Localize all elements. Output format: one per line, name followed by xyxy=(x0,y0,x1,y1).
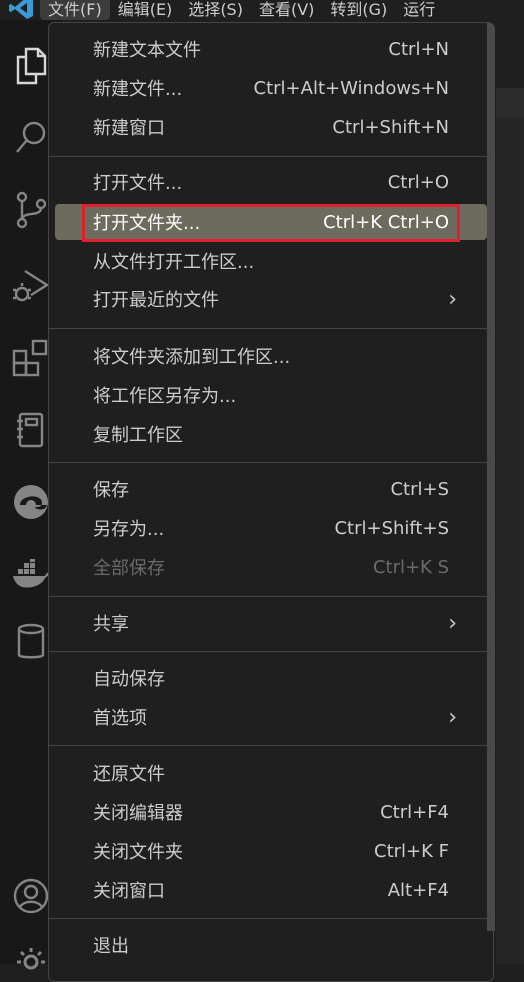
menu-item-close-window[interactable]: 关闭窗口 Alt+F4 xyxy=(55,872,487,908)
menu-go[interactable]: 转到(G) xyxy=(322,0,395,20)
menu-item-shortcut: Ctrl+S xyxy=(390,478,449,500)
menu-item-preferences[interactable]: 首选项 › xyxy=(55,699,487,735)
menu-separator xyxy=(49,745,493,746)
run-debug-icon[interactable] xyxy=(11,266,51,306)
menu-item-shortcut: Ctrl+K S xyxy=(372,556,449,578)
menu-item-label: 关闭编辑器 xyxy=(93,803,183,824)
source-control-icon[interactable] xyxy=(11,190,51,230)
menu-item-label: 新建文件... xyxy=(93,79,183,100)
editor-panel-edge xyxy=(496,118,524,964)
file-menu-dropdown: 新建文本文件 Ctrl+N 新建文件... Ctrl+Alt+Windows+N… xyxy=(48,22,495,982)
menu-item-label: 打开最近的文件 xyxy=(93,290,219,311)
menu-item-shortcut: Alt+F4 xyxy=(387,879,449,901)
menu-item-label: 自动保存 xyxy=(93,669,165,690)
menu-item-shortcut: Ctrl+Shift+S xyxy=(334,517,449,539)
extensions-icon[interactable] xyxy=(11,338,51,378)
menu-selection[interactable]: 选择(S) xyxy=(180,0,251,20)
menu-item-shortcut: Ctrl+F4 xyxy=(380,801,449,823)
menu-item-label: 新建文本文件 xyxy=(93,40,201,61)
menu-separator xyxy=(49,918,493,919)
menu-item-new-file[interactable]: 新建文件... Ctrl+Alt+Windows+N xyxy=(55,70,487,106)
menu-item-shortcut: Ctrl+K Ctrl+O xyxy=(323,211,449,233)
menu-item-save-workspace-as[interactable]: 将工作区另存为... xyxy=(55,377,487,413)
menu-separator xyxy=(49,156,493,157)
menu-view[interactable]: 查看(V) xyxy=(251,0,322,20)
menu-item-shortcut: Ctrl+N xyxy=(388,38,449,60)
menu-item-save[interactable]: 保存 Ctrl+S xyxy=(55,471,487,507)
menu-item-open-recent[interactable]: 打开最近的文件 › xyxy=(55,281,487,317)
chevron-right-icon: › xyxy=(448,704,457,730)
menu-item-label: 保存 xyxy=(93,480,129,501)
settings-gear-icon[interactable] xyxy=(11,938,51,978)
menu-item-label: 还原文件 xyxy=(93,764,165,785)
chevron-right-icon: › xyxy=(448,286,457,312)
menu-item-share[interactable]: 共享 › xyxy=(55,605,487,641)
menu-item-label: 新建窗口 xyxy=(93,118,165,139)
menu-item-open-workspace-from-file[interactable]: 从文件打开工作区... xyxy=(55,243,487,279)
notebook-icon[interactable] xyxy=(11,410,51,450)
menu-separator xyxy=(49,328,493,329)
menu-separator xyxy=(49,596,493,597)
menu-item-revert-file[interactable]: 还原文件 xyxy=(55,755,487,791)
menu-item-label: 关闭文件夹 xyxy=(93,842,183,863)
menu-item-save-all: 全部保存 Ctrl+K S xyxy=(55,549,487,585)
explorer-icon[interactable] xyxy=(11,46,51,86)
menu-run[interactable]: 运行 xyxy=(395,0,443,20)
menu-scrollbar[interactable] xyxy=(487,23,495,931)
menu-item-label: 打开文件夹... xyxy=(93,213,201,234)
menu-edit[interactable]: 编辑(E) xyxy=(110,0,181,20)
menu-item-label: 打开文件... xyxy=(93,173,183,194)
menu-item-add-folder-to-workspace[interactable]: 将文件夹添加到工作区... xyxy=(55,338,487,374)
menu-item-shortcut: Ctrl+O xyxy=(387,171,449,193)
menu-item-label: 另存为... xyxy=(93,519,165,540)
menu-item-label: 首选项 xyxy=(93,708,147,729)
menu-item-label: 将文件夹添加到工作区... xyxy=(93,347,291,368)
menu-item-shortcut: Ctrl+Alt+Windows+N xyxy=(253,77,449,99)
menu-item-exit[interactable]: 退出 xyxy=(55,927,487,963)
menu-item-shortcut: Ctrl+K F xyxy=(374,840,449,862)
menu-item-label: 将工作区另存为... xyxy=(93,386,237,407)
account-icon[interactable] xyxy=(11,876,51,916)
menu-item-new-text-file[interactable]: 新建文本文件 Ctrl+N xyxy=(55,31,487,67)
menu-item-label: 退出 xyxy=(93,936,129,957)
menu-item-auto-save[interactable]: 自动保存 xyxy=(55,660,487,696)
menu-item-open-folder[interactable]: 打开文件夹... Ctrl+K Ctrl+O xyxy=(55,204,487,240)
menu-file[interactable]: 文件(F) xyxy=(40,0,110,20)
menu-item-new-window[interactable]: 新建窗口 Ctrl+Shift+N xyxy=(55,109,487,145)
edge-icon[interactable] xyxy=(11,482,51,522)
vscode-logo-icon xyxy=(0,0,40,20)
menu-item-label: 全部保存 xyxy=(93,558,165,579)
search-icon[interactable] xyxy=(11,118,51,158)
menu-bar: 文件(F) 编辑(E) 选择(S) 查看(V) 转到(G) 运行 xyxy=(0,0,524,20)
database-icon[interactable] xyxy=(11,622,51,662)
chevron-right-icon: › xyxy=(448,610,457,636)
menu-item-label: 关闭窗口 xyxy=(93,881,165,902)
docker-icon[interactable] xyxy=(11,554,51,594)
menu-separator xyxy=(49,462,493,463)
editor-tab-strip xyxy=(496,88,524,118)
menu-item-label: 从文件打开工作区... xyxy=(93,252,255,273)
menu-item-close-editor[interactable]: 关闭编辑器 Ctrl+F4 xyxy=(55,794,487,830)
menu-separator xyxy=(49,651,493,652)
menu-item-save-as[interactable]: 另存为... Ctrl+Shift+S xyxy=(55,510,487,546)
menu-item-shortcut: Ctrl+Shift+N xyxy=(332,116,449,138)
menu-item-label: 共享 xyxy=(93,614,129,635)
menu-item-label: 复制工作区 xyxy=(93,425,183,446)
menu-item-close-folder[interactable]: 关闭文件夹 Ctrl+K F xyxy=(55,833,487,869)
menu-item-open-file[interactable]: 打开文件... Ctrl+O xyxy=(55,164,487,200)
menu-item-duplicate-workspace[interactable]: 复制工作区 xyxy=(55,416,487,452)
